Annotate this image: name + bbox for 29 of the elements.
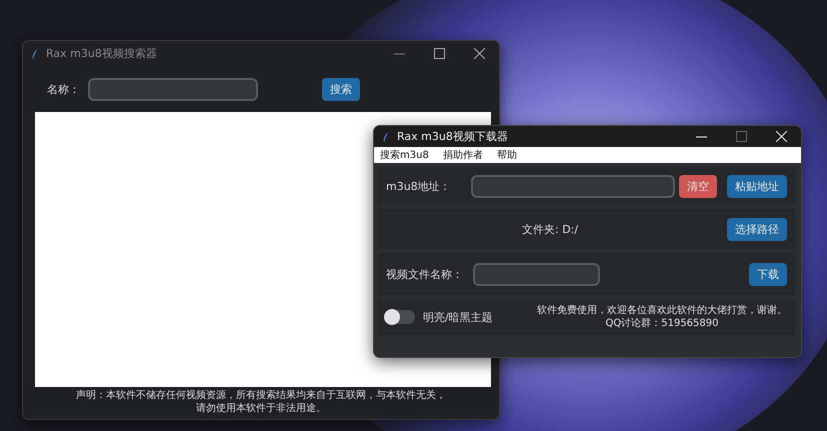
name-input-field[interactable] xyxy=(88,78,258,100)
theme-toggle-switch[interactable] xyxy=(386,310,415,324)
window-title: Rax m3u8视频搜索器 xyxy=(46,46,157,61)
folder-label: 文件夹: D:/ xyxy=(522,222,578,236)
menu-item[interactable]: 搜索m3u8 xyxy=(380,148,429,162)
maximize-icon xyxy=(736,131,746,142)
filename-label: 视频文件名称： xyxy=(386,266,463,282)
url-input-field[interactable] xyxy=(470,174,675,198)
menu-item[interactable]: 捐助作者 xyxy=(442,148,483,162)
notice-text: 软件免费使用，欢迎各位喜欢此软件的大佬打赏，谢谢。 xyxy=(537,304,787,317)
choose-path-button[interactable]: 选择路径 xyxy=(727,218,787,240)
search-button[interactable]: 搜索 xyxy=(322,78,360,100)
clear-button[interactable]: 清空 xyxy=(679,174,717,198)
feather-icon xyxy=(382,130,390,142)
download-button[interactable]: 下载 xyxy=(749,262,787,286)
feather-icon xyxy=(31,48,39,60)
url-label: m3u8地址： xyxy=(386,178,451,194)
close-icon xyxy=(474,48,484,59)
name-label: 名称： xyxy=(47,82,80,96)
paste-button[interactable]: 粘贴地址 xyxy=(727,174,787,198)
menu-item[interactable]: 帮助 xyxy=(496,148,517,162)
theme-toggle-label: 明亮/暗黑主题 xyxy=(423,310,493,324)
disclaimer-text: 声明：本软件不储存任何视频资源，所有搜索结果均来自于互联网，与本软件无关， xyxy=(76,389,446,402)
close-icon xyxy=(776,131,786,142)
notice-text: QQ讨论群：519565890 xyxy=(605,317,718,330)
disclaimer-text: 请勿使用本软件于非法用途。 xyxy=(196,402,326,415)
maximize-icon xyxy=(434,48,444,59)
filename-input-field[interactable] xyxy=(473,262,600,286)
window-title: Rax m3u8视频下载器 xyxy=(397,129,508,144)
